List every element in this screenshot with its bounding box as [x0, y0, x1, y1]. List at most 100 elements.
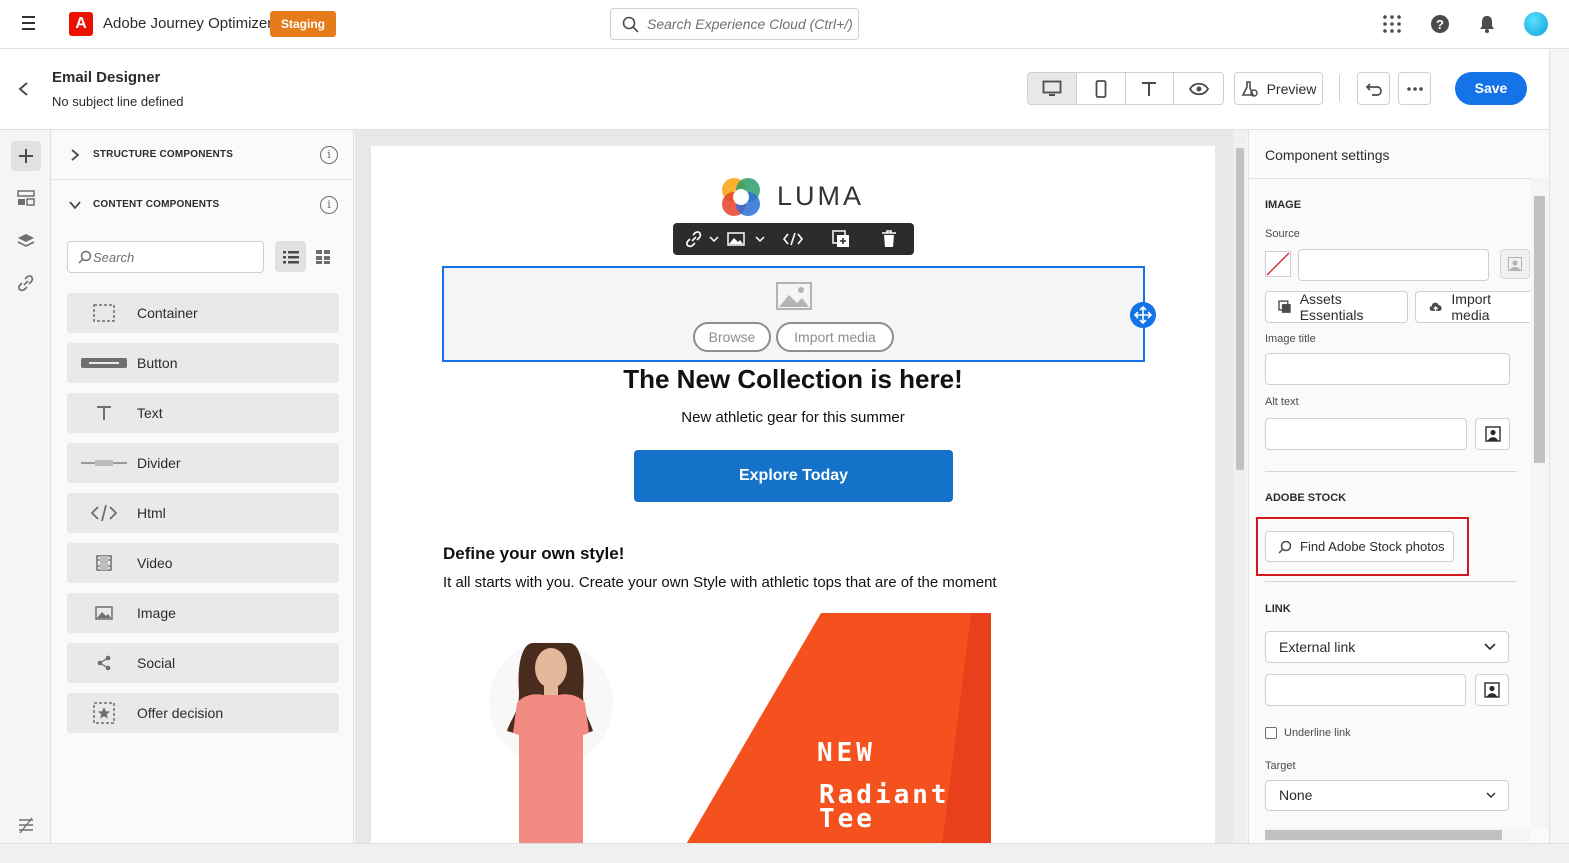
component-html[interactable]: Html [67, 493, 339, 533]
link-url-input[interactable] [1265, 674, 1466, 706]
scrollbar-thumb[interactable] [1265, 830, 1502, 840]
image-dropdown[interactable] [751, 223, 769, 255]
component-image[interactable]: Image [67, 593, 339, 633]
component-social[interactable]: Social [67, 643, 339, 683]
settings-horizontal-scrollbar[interactable] [1265, 828, 1531, 842]
text-view-button[interactable] [1125, 73, 1175, 104]
fragments-icon [17, 190, 35, 206]
adobe-logo-icon[interactable]: A [69, 12, 93, 36]
search-placeholder: Search Experience Cloud (Ctrl+/) [647, 16, 853, 32]
component-divider[interactable]: Divider [67, 443, 339, 483]
assets-essentials-button[interactable]: Assets Essentials [1265, 291, 1408, 323]
more-options-button[interactable] [1398, 72, 1431, 105]
layers-icon [17, 234, 35, 247]
link-icon [18, 275, 34, 292]
source-input[interactable] [1298, 249, 1489, 281]
image-title-input[interactable] [1265, 353, 1510, 385]
eye-icon [1188, 82, 1209, 95]
component-label: Offer decision [137, 705, 224, 721]
link-type-select[interactable]: External link [1265, 631, 1509, 663]
canvas-scrollbar[interactable] [1233, 130, 1247, 843]
divider [1249, 178, 1550, 179]
section-title[interactable]: Define your own style! [443, 544, 624, 564]
promo-hero-image[interactable]: NEW Radiant Tee [471, 613, 991, 843]
email-headline[interactable]: The New Collection is here! [371, 364, 1215, 395]
preview-button[interactable]: Preview [1234, 72, 1323, 105]
structure-components-label: STRUCTURE COMPONENTS [93, 149, 234, 160]
mobile-view-button[interactable] [1076, 73, 1126, 104]
image-component-toolbar [673, 223, 914, 255]
adobe-stock-section-label: ADOBE STOCK [1265, 492, 1347, 504]
menu-icon[interactable] [22, 16, 42, 32]
move-handle-icon[interactable] [1130, 302, 1156, 328]
grid-icon [315, 249, 330, 264]
notifications-bell-icon[interactable] [1477, 14, 1497, 34]
target-select[interactable]: None [1265, 780, 1509, 811]
apps-grid-icon[interactable] [1382, 14, 1402, 34]
help-icon[interactable]: ? [1430, 14, 1450, 34]
app-name[interactable]: Adobe Journey Optimizer [103, 15, 272, 32]
component-search-input[interactable]: Search [67, 241, 264, 273]
link-personalize-button[interactable] [1475, 674, 1509, 706]
save-button[interactable]: Save [1455, 72, 1527, 105]
component-button[interactable]: Button [67, 343, 339, 383]
image-button[interactable] [721, 223, 751, 255]
content-components-header[interactable]: CONTENT COMPONENTS i [52, 180, 354, 230]
chevron-down-icon [1486, 792, 1496, 798]
section-body[interactable]: It all starts with you. Create your own … [443, 574, 997, 591]
user-avatar[interactable] [1524, 12, 1548, 36]
settings-scrollbar[interactable] [1531, 178, 1549, 828]
structure-components-header[interactable]: STRUCTURE COMPONENTS i [52, 130, 354, 180]
promo-text-tee: Tee [819, 804, 875, 834]
image-icon [91, 603, 117, 623]
explore-today-button[interactable]: Explore Today [634, 450, 953, 502]
list-icon [282, 250, 299, 263]
component-offer-decision[interactable]: Offer decision [67, 693, 339, 733]
source-picker-button[interactable] [1500, 249, 1530, 279]
search-input[interactable]: Search Experience Cloud (Ctrl+/) [610, 8, 859, 40]
info-icon[interactable]: i [320, 196, 338, 214]
list-view-toggle[interactable] [275, 241, 306, 272]
target-value: None [1279, 787, 1313, 803]
email-body: LUMA Browse Import media The New Collect… [371, 146, 1215, 843]
grid-view-toggle[interactable] [307, 241, 338, 272]
browse-button[interactable]: Browse [693, 322, 771, 352]
layers-button[interactable] [11, 226, 41, 256]
code-button[interactable] [769, 223, 817, 255]
alt-text-input[interactable] [1265, 418, 1467, 450]
eye-view-button[interactable] [1174, 73, 1223, 104]
component-settings-panel: Component settings IMAGE Source Assets E… [1248, 130, 1550, 843]
underline-link-checkbox[interactable] [1265, 727, 1277, 739]
add-components-button[interactable] [11, 141, 41, 171]
scrollbar-thumb[interactable] [1236, 148, 1244, 470]
search-icon [622, 16, 639, 33]
link-button[interactable] [681, 223, 707, 255]
scrollbar-thumb[interactable] [1534, 196, 1545, 463]
alt-text-personalize-button[interactable] [1475, 418, 1510, 450]
component-label: Text [137, 405, 163, 421]
image-section-label: IMAGE [1265, 199, 1302, 211]
back-arrow-icon[interactable] [17, 81, 31, 97]
import-media-button[interactable]: Import media [1415, 291, 1530, 323]
undo-button[interactable] [1357, 72, 1390, 105]
component-container[interactable]: Container [67, 293, 339, 333]
component-video[interactable]: Video [67, 543, 339, 583]
chevron-down-icon [1484, 643, 1496, 651]
page-scrollbar[interactable] [1549, 49, 1569, 863]
duplicate-button[interactable] [817, 223, 865, 255]
import-media-label: Import media [1451, 291, 1492, 323]
delete-button[interactable] [865, 223, 913, 255]
info-icon[interactable]: i [320, 146, 338, 164]
image-component-selected[interactable]: Browse Import media [442, 266, 1145, 362]
source-label: Source [1265, 228, 1300, 240]
email-subheadline[interactable]: New athletic gear for this summer [371, 409, 1215, 426]
links-button[interactable] [11, 268, 41, 298]
settings-sliders-button[interactable] [11, 810, 41, 840]
import-media-button[interactable]: Import media [776, 322, 894, 352]
component-text[interactable]: Text [67, 393, 339, 433]
link-dropdown[interactable] [707, 223, 721, 255]
desktop-view-button[interactable] [1028, 73, 1077, 104]
page-horizontal-scrollbar[interactable] [0, 843, 1569, 863]
find-adobe-stock-button[interactable]: Find Adobe Stock photos [1265, 531, 1454, 562]
fragments-button[interactable] [11, 183, 41, 213]
